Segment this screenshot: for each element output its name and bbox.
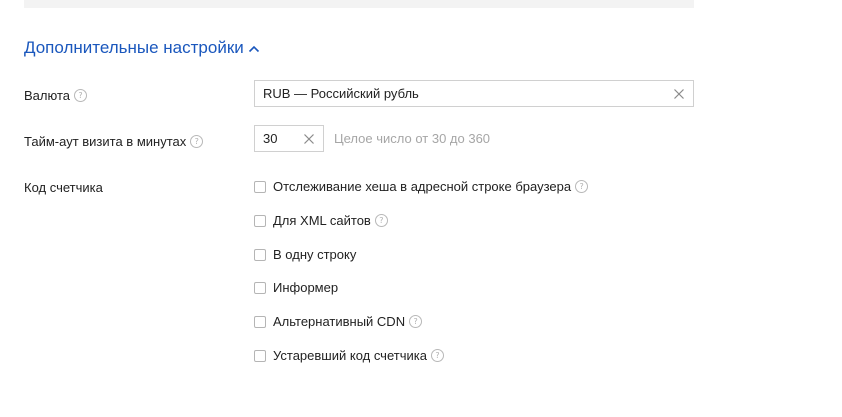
- checkbox[interactable]: [254, 281, 266, 294]
- help-icon[interactable]: ?: [74, 89, 87, 102]
- checkbox-label: Альтернативный CDN: [273, 314, 406, 329]
- currency-select[interactable]: RUB — Российский рубль: [254, 80, 694, 107]
- checkbox[interactable]: [254, 315, 266, 328]
- help-icon[interactable]: ?: [575, 180, 589, 193]
- checkbox-label: Для XML сайтов: [273, 213, 371, 228]
- checkbox[interactable]: [254, 214, 266, 227]
- checkbox-legacy-code[interactable]: Устаревший код счетчика ?: [254, 348, 444, 363]
- checkbox-label: Информер: [273, 280, 339, 295]
- advanced-settings-toggle[interactable]: Дополнительные настройки: [24, 38, 260, 58]
- section-title-text: Дополнительные настройки: [24, 38, 244, 57]
- checkbox[interactable]: [254, 349, 266, 362]
- chevron-up-icon: [248, 43, 260, 55]
- timeout-hint: Целое число от 30 до 360: [334, 131, 491, 146]
- help-icon[interactable]: ?: [409, 315, 423, 328]
- currency-value: RUB — Российский рубль: [263, 86, 419, 101]
- checkbox-hash-tracking[interactable]: Отслеживание хеша в адресной строке брау…: [254, 179, 589, 194]
- checkbox-label: Устаревший код счетчика: [273, 348, 427, 363]
- checkbox[interactable]: [254, 180, 266, 193]
- checkbox[interactable]: [254, 248, 266, 261]
- clear-icon[interactable]: [303, 133, 315, 145]
- counter-code-label: Код счетчика: [24, 180, 103, 195]
- previous-section-panel: [24, 0, 694, 8]
- help-icon[interactable]: ?: [374, 214, 388, 227]
- timeout-label-row: Тайм-аут визита в минутах ?: [24, 134, 204, 149]
- help-icon[interactable]: ?: [190, 135, 204, 148]
- checkbox-label: Отслеживание хеша в адресной строке брау…: [273, 179, 572, 194]
- checkbox-single-line[interactable]: В одну строку: [254, 247, 356, 262]
- checkbox-label: В одну строку: [273, 247, 357, 262]
- currency-label: Валюта: [24, 88, 70, 103]
- clear-icon[interactable]: [673, 88, 685, 100]
- timeout-label: Тайм-аут визита в минутах: [24, 134, 187, 149]
- timeout-input[interactable]: 30: [254, 125, 324, 152]
- timeout-value: 30: [263, 131, 278, 146]
- checkbox-xml-sites[interactable]: Для XML сайтов ?: [254, 213, 388, 228]
- currency-label-row: Валюта ?: [24, 88, 87, 103]
- checkbox-informer[interactable]: Информер: [254, 280, 338, 295]
- checkbox-alternative-cdn[interactable]: Альтернативный CDN ?: [254, 314, 423, 329]
- settings-page: Дополнительные настройки Валюта ? RUB — …: [0, 0, 842, 417]
- help-icon[interactable]: ?: [430, 349, 444, 362]
- counter-code-label-row: Код счетчика: [24, 180, 103, 195]
